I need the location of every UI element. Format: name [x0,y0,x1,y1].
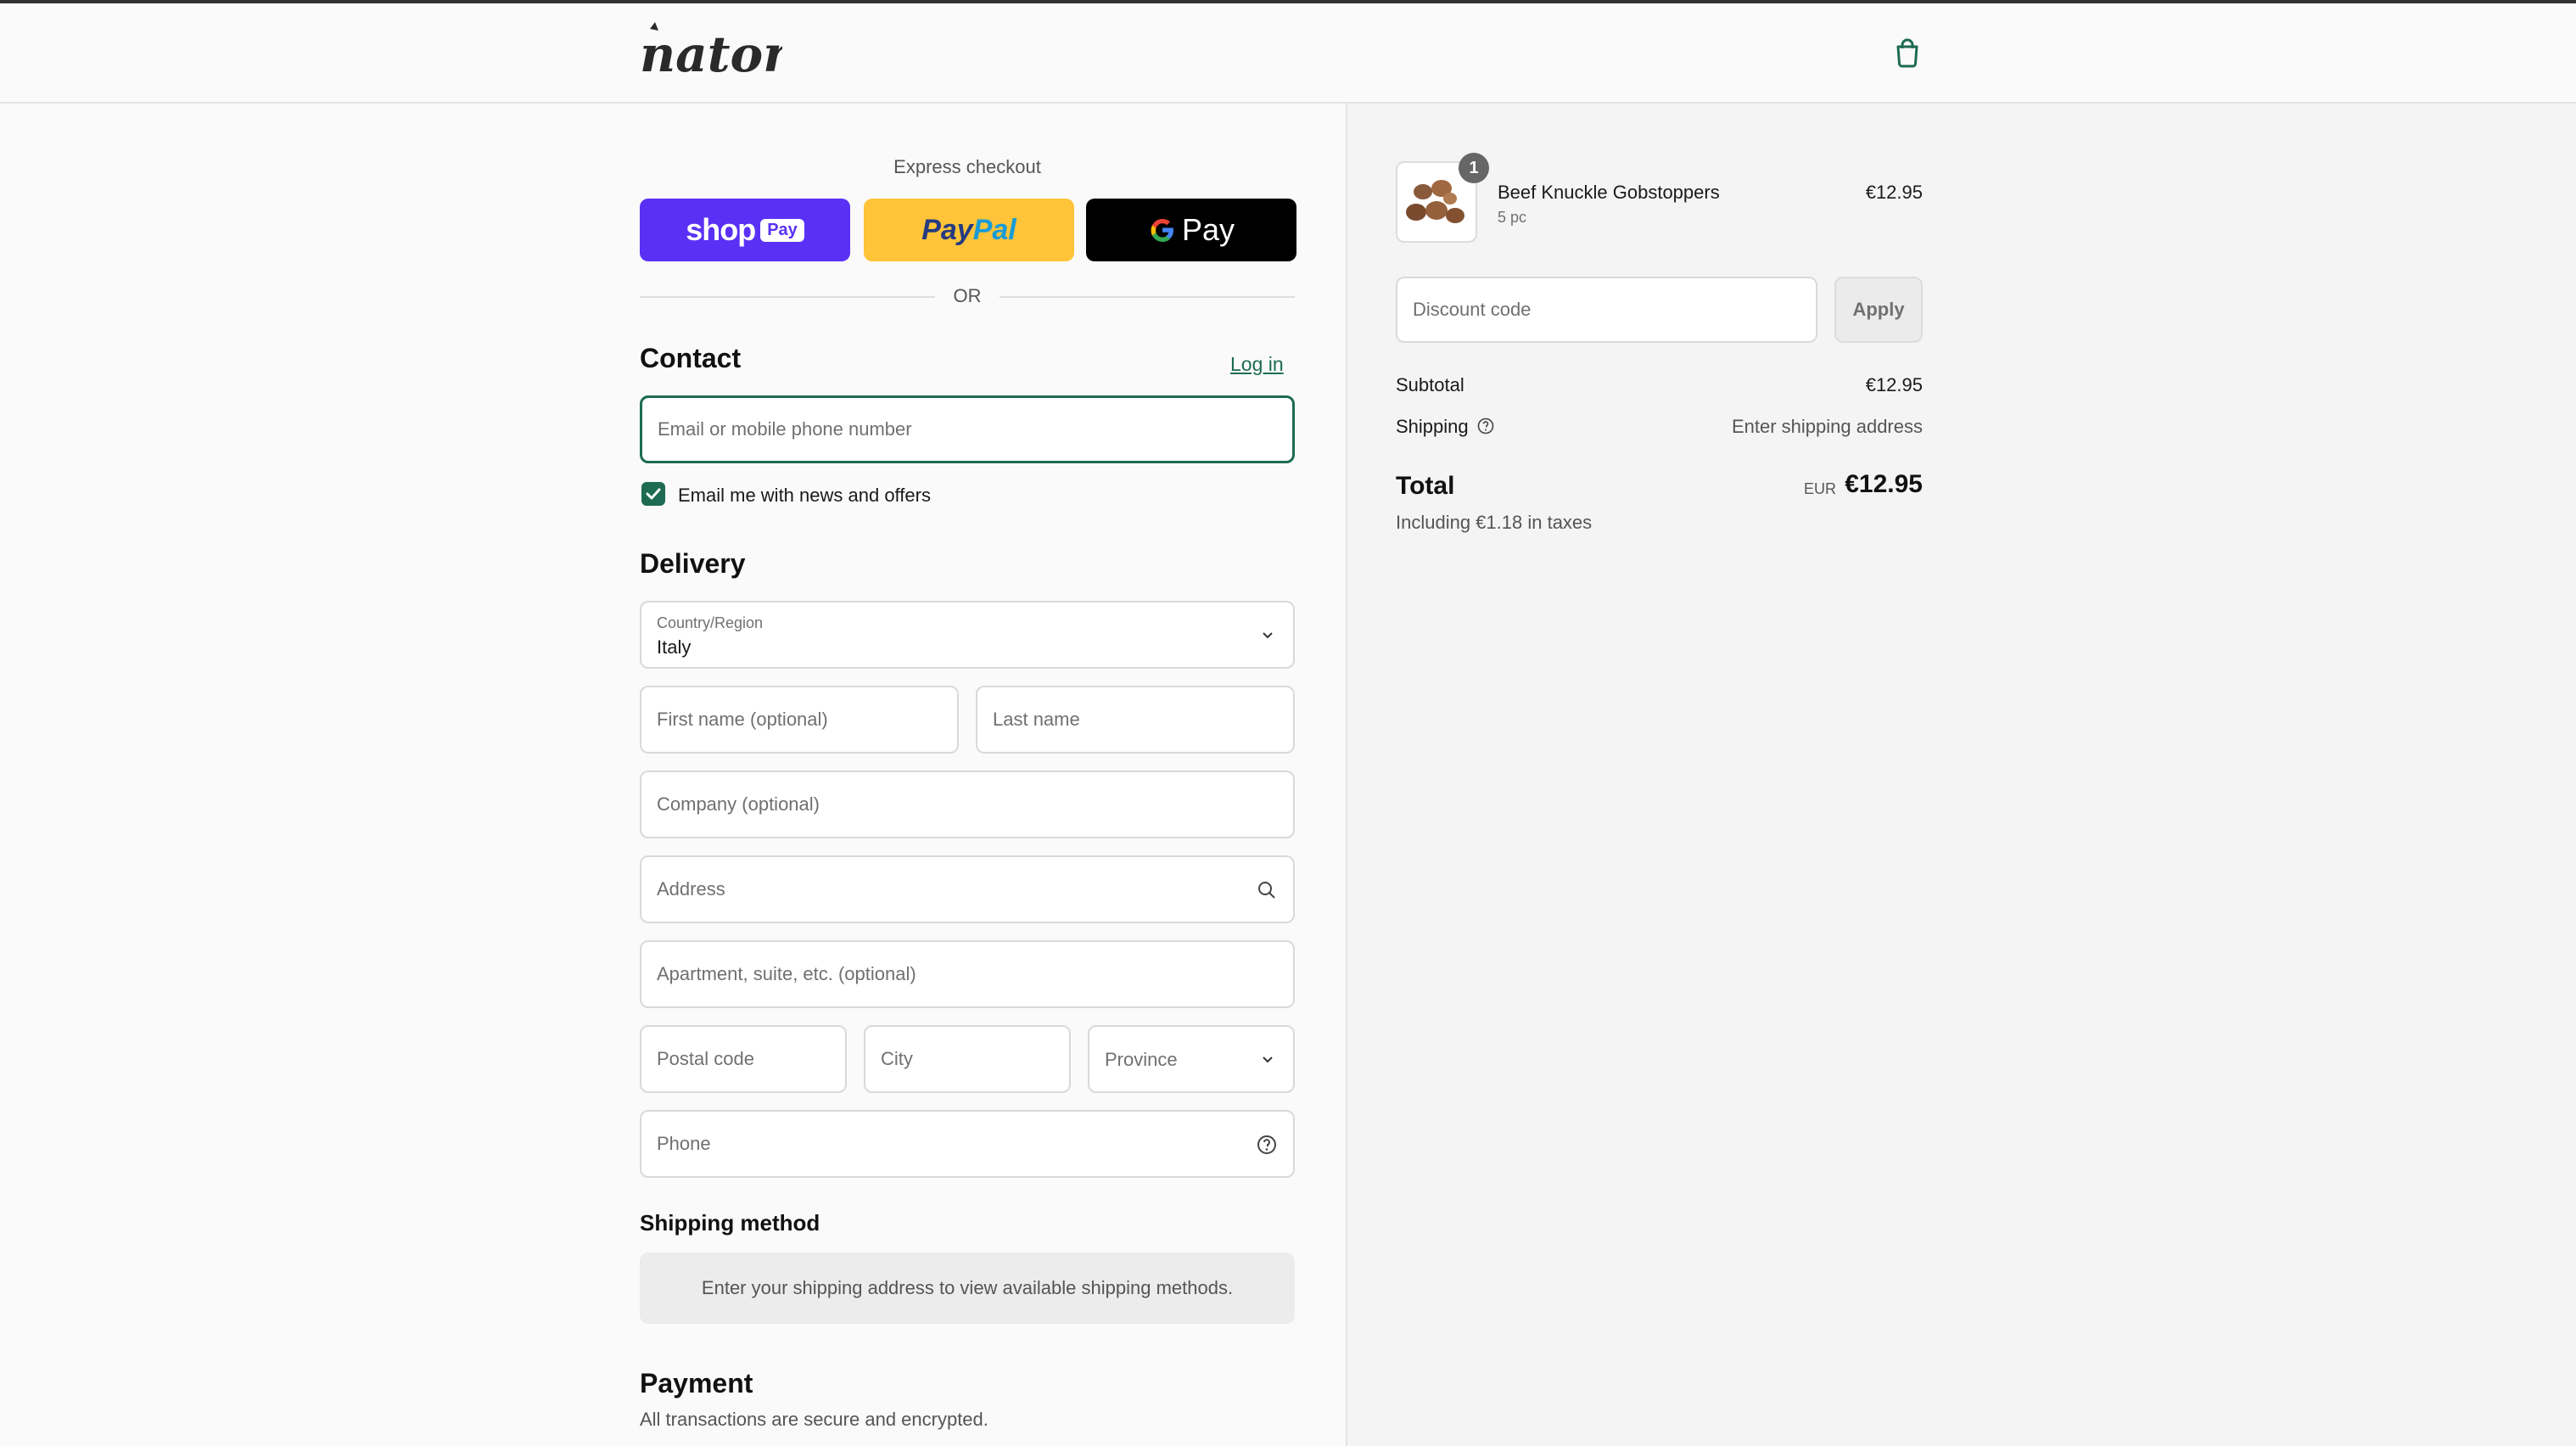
shipping-label: Shipping [1396,416,1469,437]
google-g-icon [1151,219,1173,242]
express-checkout-title: Express checkout [893,156,1041,177]
product-variant: 5 pc [1498,209,1527,226]
first-name-wrapper [640,686,959,754]
checkmark-icon [646,488,661,500]
login-link[interactable]: Log in [1230,353,1284,376]
chevron-down-icon [1263,632,1273,639]
subtotal-value: €12.95 [1865,374,1923,395]
address-field[interactable] [641,857,1293,922]
payment-heading: Payment [640,1368,753,1398]
header: natora [0,3,2576,104]
taxes-note: Including €1.18 in taxes [1396,512,1593,533]
total-value: €12.95 [1845,470,1923,498]
shipping-value: Enter shipping address [1731,416,1923,437]
google-pay-button[interactable]: Pay [1086,199,1296,261]
company-wrapper [640,771,1295,838]
subtotal-label: Subtotal [1396,374,1464,395]
paypal-button[interactable]: Pay Pal [864,199,1074,261]
address-wrapper [640,855,1295,923]
divider [640,296,935,298]
province-select[interactable]: Province [1088,1025,1295,1093]
first-name-field[interactable] [641,687,957,752]
svg-text:natora: natora [640,25,782,83]
last-name-wrapper [976,686,1295,754]
divider [1000,296,1295,298]
shop-pay-wordmark: shop [686,212,756,247]
product-price: €12.95 [1865,182,1923,203]
paypal-wordmark-pal: Pal [972,213,1016,246]
apartment-wrapper [640,940,1295,1008]
shipping-method-notice: Enter your shipping address to view avai… [640,1253,1295,1324]
paypal-wordmark-pay: Pay [921,213,973,246]
phone-field[interactable] [641,1112,1293,1176]
discount-wrapper [1396,277,1817,343]
total-currency: EUR [1803,480,1836,497]
quantity-badge: 1 [1459,153,1489,183]
shipping-method-heading: Shipping method [640,1210,820,1236]
shop-pay-badge: Pay [760,218,804,242]
country-select[interactable]: Country/Region Italy [640,601,1295,669]
last-name-field[interactable] [977,687,1293,752]
province-placeholder: Province [1105,1049,1178,1070]
email-field-wrapper [640,395,1295,463]
search-icon [1258,882,1275,899]
payment-subtitle: All transactions are secure and encrypte… [640,1409,988,1430]
delivery-heading: Delivery [640,548,746,579]
apply-discount-button[interactable]: Apply [1834,277,1923,343]
email-field[interactable] [642,398,1292,461]
chevron-down-icon [1263,1056,1273,1063]
google-pay-label: Pay [1181,212,1235,247]
apartment-field[interactable] [641,942,1293,1006]
cart-icon[interactable] [1890,36,1924,70]
contact-heading: Contact [640,343,742,373]
discount-code-field[interactable] [1397,278,1816,341]
country-label: Country/Region [657,614,764,631]
city-field[interactable] [865,1027,1069,1091]
company-field[interactable] [641,772,1293,837]
total-label: Total [1396,472,1455,500]
help-circle-icon[interactable] [1256,1134,1278,1156]
or-separator: OR [953,285,982,306]
country-value: Italy [657,636,692,658]
city-wrapper [864,1025,1071,1093]
brand-logo[interactable]: natora [638,20,782,83]
postal-code-field[interactable] [641,1027,845,1091]
postal-code-wrapper [640,1025,847,1093]
newsletter-label[interactable]: Email me with news and offers [678,485,931,507]
help-circle-icon[interactable] [1476,417,1495,435]
product-name: Beef Knuckle Gobstoppers [1498,182,1720,203]
phone-wrapper [640,1110,1295,1178]
shop-pay-button[interactable]: shop Pay [640,199,850,261]
newsletter-checkbox[interactable] [641,482,665,506]
